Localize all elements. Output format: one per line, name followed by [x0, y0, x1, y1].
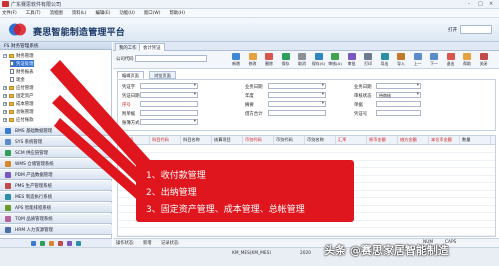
- app-window: 广东赛思软件有限公司 - □ × 文件(F) 工具(T) 流程图 资料(L) 编…: [0, 0, 499, 266]
- annotation-callout: 1、收付款管理 2、出纳管理 3、固定资产管理、成本管理、总帐管理: [136, 160, 354, 222]
- callout-item-1: 1、收付款管理: [146, 171, 206, 181]
- callout-item-3: 3、固定资产管理、成本管理、总帐管理: [146, 205, 305, 215]
- annotation-arrows: [50, 60, 150, 204]
- watermark-text: 头条 @赛思家居智能制造: [324, 244, 449, 257]
- callout-item-2: 2、出纳管理: [146, 188, 197, 198]
